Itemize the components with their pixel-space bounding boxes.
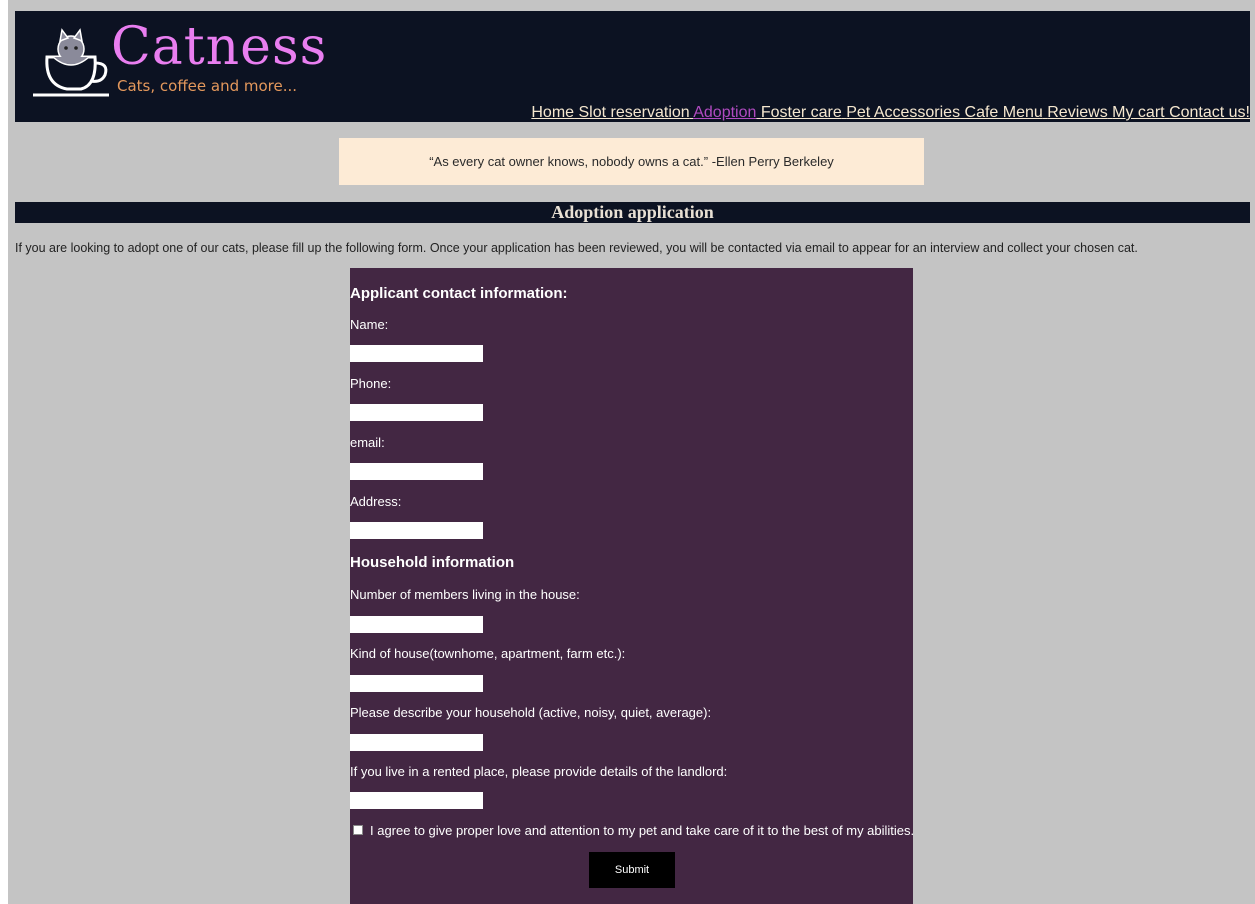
site-header: Catness Cats, coffee and more... Home Sl… xyxy=(15,11,1250,122)
nav-pet-accessories[interactable]: Pet Accessories xyxy=(846,104,960,121)
members-field[interactable] xyxy=(350,616,483,633)
household-description-label: Please describe your household (active, … xyxy=(350,705,712,720)
nav-foster-care[interactable]: Foster care xyxy=(761,104,842,121)
nav-reviews[interactable]: Reviews xyxy=(1047,104,1107,121)
household-description-field[interactable] xyxy=(350,734,483,751)
phone-field[interactable] xyxy=(350,404,483,421)
page-edge xyxy=(0,0,8,904)
intro-text: If you are looking to adopt one of our c… xyxy=(15,241,1138,255)
nav-contact-us[interactable]: Contact us! xyxy=(1169,104,1250,121)
logo-tagline: Cats, coffee and more... xyxy=(117,77,298,95)
nav-slot-reservation[interactable]: Slot reservation xyxy=(579,104,690,121)
agree-checkbox[interactable] xyxy=(353,825,363,835)
quote-text: “As every cat owner knows, nobody owns a… xyxy=(429,154,834,169)
nav-home[interactable]: Home xyxy=(531,104,574,121)
house-kind-label: Kind of house(townhome, apartment, farm … xyxy=(350,646,626,661)
nav-adoption[interactable]: Adoption xyxy=(693,104,756,121)
email-field[interactable] xyxy=(350,463,483,480)
landlord-label: If you live in a rented place, please pr… xyxy=(350,764,728,779)
catness-logo[interactable]: Catness Cats, coffee and more... xyxy=(31,17,331,103)
agree-label: I agree to give proper love and attentio… xyxy=(370,823,915,838)
section-household-heading: Household information xyxy=(350,554,515,571)
address-field[interactable] xyxy=(350,522,483,539)
section-contact-heading: Applicant contact information: xyxy=(350,285,568,302)
nav-cafe-menu[interactable]: Cafe Menu xyxy=(965,104,1043,121)
name-field[interactable] xyxy=(350,345,483,362)
email-label: email: xyxy=(350,435,385,450)
nav-my-cart[interactable]: My cart xyxy=(1112,104,1164,121)
name-label: Name: xyxy=(350,317,389,332)
main-nav: Home Slot reservation Adoption Foster ca… xyxy=(531,104,1250,122)
cat-in-cup-icon xyxy=(33,28,109,97)
landlord-field[interactable] xyxy=(350,792,483,809)
adoption-form: Applicant contact information: Name: Pho… xyxy=(350,268,915,904)
page-title: Adoption application xyxy=(15,202,1250,223)
logo-title: Catness xyxy=(111,17,328,77)
quote-box: “As every cat owner knows, nobody owns a… xyxy=(339,138,924,185)
address-label: Address: xyxy=(350,494,402,509)
submit-button[interactable]: Submit xyxy=(589,852,675,888)
house-kind-field[interactable] xyxy=(350,675,483,692)
members-label: Number of members living in the house: xyxy=(350,587,580,602)
phone-label: Phone: xyxy=(350,376,392,391)
